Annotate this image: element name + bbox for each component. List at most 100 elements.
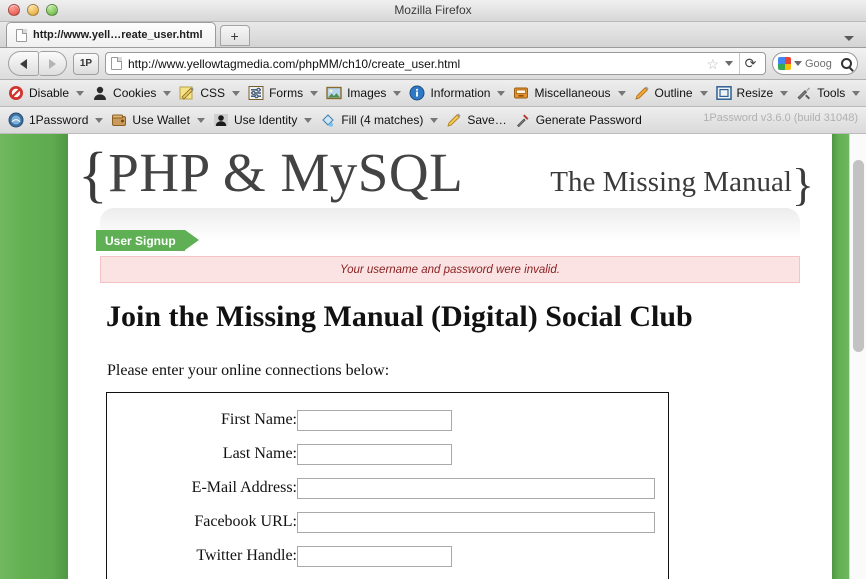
toolbar-item-use-identity[interactable]: Use Identity bbox=[209, 109, 316, 132]
toolbar-item-information[interactable]: Information bbox=[405, 82, 509, 105]
facebook-url-input[interactable] bbox=[297, 511, 655, 533]
tab-active[interactable]: http://www.yell…reate_user.html bbox=[6, 22, 216, 47]
section-tab-label: User Signup bbox=[105, 233, 176, 248]
toolbar-item-fill[interactable]: Fill (4 matches) bbox=[316, 109, 442, 132]
brace-open: { bbox=[78, 141, 109, 209]
chevron-down-icon[interactable] bbox=[699, 90, 708, 96]
scrollbar-thumb[interactable] bbox=[853, 160, 864, 352]
toolbar-label: Miscellaneous bbox=[534, 86, 611, 100]
label-email: E-Mail Address: bbox=[191, 479, 297, 496]
toolbar-label: Forms bbox=[269, 86, 304, 100]
last-name-input[interactable] bbox=[297, 443, 452, 465]
toolbar-item-use-wallet[interactable]: Use Wallet bbox=[107, 109, 209, 132]
toolbar-item-forms[interactable]: Forms bbox=[244, 82, 322, 105]
title-bar: Mozilla Firefox bbox=[0, 0, 866, 22]
wallet-icon bbox=[112, 114, 127, 126]
chevron-down-icon[interactable] bbox=[617, 90, 626, 96]
chevron-down-icon[interactable] bbox=[794, 61, 802, 66]
toolbar-item-css[interactable]: CSS bbox=[175, 82, 244, 105]
toolbar-item-disable[interactable]: Disable bbox=[4, 82, 88, 105]
vertical-scrollbar[interactable] bbox=[849, 134, 866, 579]
person-icon bbox=[94, 86, 107, 100]
page-viewport: {PHP & MySQL The Missing Manual} User Si… bbox=[0, 134, 866, 579]
toolbar-label: Cookies bbox=[113, 86, 157, 100]
twitter-handle-input[interactable] bbox=[297, 545, 452, 567]
chevron-down-icon[interactable] bbox=[304, 117, 313, 123]
chevron-down-icon[interactable] bbox=[852, 90, 861, 96]
form-row-twitter: Twitter Handle: bbox=[107, 539, 668, 573]
chevron-down-icon[interactable] bbox=[163, 90, 172, 96]
navigation-toolbar: 1P http://www.yellowtagmedia.com/phpMM/c… bbox=[0, 48, 866, 80]
toolbar-label: 1Password bbox=[29, 113, 89, 127]
toolbar-item-1password[interactable]: 1Password bbox=[4, 109, 107, 132]
toolbar-item-miscellaneous[interactable]: Miscellaneous bbox=[509, 82, 629, 105]
drawer-icon bbox=[514, 87, 529, 99]
toolbar-item-generate-password[interactable]: Generate Password bbox=[511, 109, 646, 132]
site-header: {PHP & MySQL The Missing Manual} bbox=[68, 134, 832, 212]
chevron-down-icon[interactable] bbox=[393, 90, 402, 96]
page-icon bbox=[111, 57, 122, 70]
toolbar-item-tools[interactable]: Tools bbox=[792, 82, 864, 105]
google-icon[interactable] bbox=[778, 57, 791, 70]
onepassword-toolbar-button[interactable]: 1P bbox=[73, 52, 99, 75]
chevron-down-icon[interactable] bbox=[844, 36, 854, 41]
error-alert: Your username and password were invalid. bbox=[100, 256, 800, 283]
toolbar-label: Disable bbox=[29, 86, 70, 100]
toolbar-label: Tools bbox=[817, 86, 846, 100]
address-bar[interactable]: http://www.yellowtagmedia.com/phpMM/ch10… bbox=[105, 52, 766, 75]
chevron-down-icon[interactable] bbox=[310, 90, 319, 96]
search-input[interactable]: Goog bbox=[805, 58, 838, 70]
star-icon[interactable]: ☆ bbox=[706, 57, 719, 71]
page-subtitle: Please enter your online connections bel… bbox=[107, 362, 390, 379]
chevron-down-icon[interactable] bbox=[232, 90, 241, 96]
form-row-email: E-Mail Address: bbox=[107, 471, 668, 505]
chevron-down-icon[interactable] bbox=[95, 117, 104, 123]
identity-icon bbox=[213, 114, 228, 126]
site-logo-right: The Missing Manual} bbox=[550, 158, 814, 211]
chevron-down-icon[interactable] bbox=[430, 117, 439, 123]
email-input[interactable] bbox=[297, 477, 655, 499]
forward-button[interactable] bbox=[39, 51, 67, 76]
resize-icon bbox=[715, 86, 732, 100]
toolbar-item-cookies[interactable]: Cookies bbox=[88, 82, 175, 105]
chevron-down-icon[interactable] bbox=[497, 90, 506, 96]
reload-button[interactable]: ⟳ bbox=[739, 53, 761, 74]
first-name-input[interactable] bbox=[297, 409, 452, 431]
save-pencil-icon bbox=[447, 113, 461, 127]
form-row-first-name: First Name: bbox=[107, 403, 668, 437]
toolbar-label: CSS bbox=[200, 86, 226, 100]
chevron-down-icon[interactable] bbox=[725, 61, 733, 66]
error-alert-text: Your username and password were invalid. bbox=[340, 263, 560, 276]
onepassword-icon bbox=[8, 112, 24, 128]
page-icon bbox=[16, 28, 27, 42]
browser-window: Mozilla Firefox http://www.yell…reate_us… bbox=[0, 0, 866, 588]
label-twitter-handle: Twitter Handle: bbox=[196, 547, 297, 564]
label-first-name: First Name: bbox=[221, 411, 297, 428]
site-tagline: The Missing Manual bbox=[550, 166, 792, 198]
nav-buttons bbox=[8, 51, 67, 76]
form-row-facebook: Facebook URL: bbox=[107, 505, 668, 539]
disable-icon bbox=[9, 86, 23, 100]
signup-form: First Name: Last Name: E-Mail Address: F… bbox=[106, 392, 669, 579]
search-bar[interactable]: Goog bbox=[772, 52, 858, 75]
chevron-down-icon[interactable] bbox=[76, 90, 85, 96]
brace-close: } bbox=[791, 159, 814, 210]
back-button[interactable] bbox=[8, 51, 39, 76]
section-tab-arrow bbox=[184, 230, 199, 250]
arrow-right-icon bbox=[49, 58, 56, 69]
form-row-last-name: Last Name: bbox=[107, 437, 668, 471]
chevron-down-icon[interactable] bbox=[780, 90, 789, 96]
toolbar-item-outline[interactable]: Outline bbox=[630, 82, 712, 105]
info-icon bbox=[409, 85, 425, 101]
toolbar-item-save[interactable]: Save… bbox=[442, 109, 510, 132]
pencil-icon bbox=[179, 86, 195, 100]
window-title: Mozilla Firefox bbox=[394, 3, 472, 17]
forms-icon bbox=[248, 86, 264, 100]
label-last-name: Last Name: bbox=[222, 445, 297, 462]
new-tab-button[interactable]: + bbox=[219, 25, 250, 46]
url-text: http://www.yellowtagmedia.com/phpMM/ch10… bbox=[128, 56, 461, 71]
toolbar-item-resize[interactable]: Resize bbox=[712, 82, 793, 105]
search-icon[interactable] bbox=[841, 58, 852, 69]
chevron-down-icon[interactable] bbox=[196, 117, 205, 123]
toolbar-item-images[interactable]: Images bbox=[322, 82, 405, 105]
